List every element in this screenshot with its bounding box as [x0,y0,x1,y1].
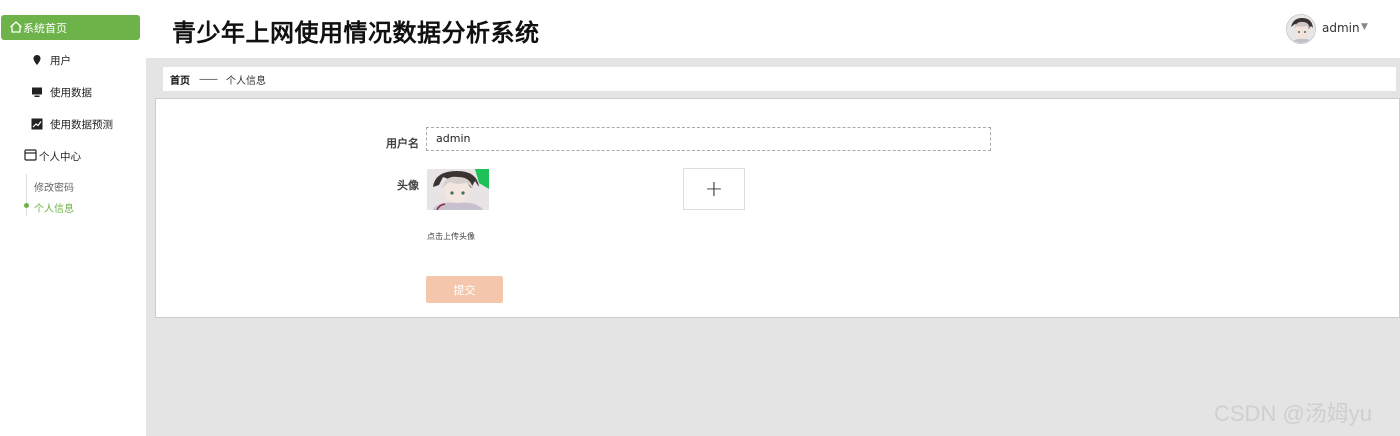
username-label[interactable]: admin [1322,21,1360,35]
avatar-preview [427,169,489,210]
avatar-image [1287,15,1315,43]
sidebar-group-label: 个人中心 [39,151,81,163]
avatar[interactable] [1286,14,1316,44]
upload-avatar-button[interactable]: + [683,168,745,210]
sidebar-group-personal-center[interactable]: 个人中心 [0,146,146,166]
pin-icon [33,55,41,65]
chevron-down-icon[interactable]: ▼ [1361,22,1368,32]
upload-hint: 点击上传头像 [427,232,475,241]
sidebar-item-users[interactable]: 用户 [0,49,146,71]
chart-icon [31,118,43,130]
sidebar-item-label: 使用数据 [50,87,92,99]
breadcrumb-separator: —— [199,73,218,85]
breadcrumb: 首页 —— 个人信息 [163,67,1396,91]
top-header: 青少年上网使用情况数据分析系统 admin ▼ [146,0,1400,58]
breadcrumb-current: 个人信息 [226,75,266,87]
plus-icon: + [704,176,724,202]
username-input[interactable]: admin [426,127,991,151]
sidebar-item-label: 使用数据预测 [50,119,113,131]
breadcrumb-home[interactable]: 首页 [170,72,190,87]
sidebar-item-home[interactable]: 系统首页 [1,15,140,40]
home-icon [10,21,22,33]
sidebar: 系统首页 用户 使用数据 使用数据预测 个人中心 修改密码 个人信息 [0,0,146,436]
avatar-preview-image [427,169,489,210]
sidebar-item-profile[interactable]: 个人信息 [34,200,74,215]
window-icon [24,149,37,161]
sidebar-item-usage-forecast[interactable]: 使用数据预测 [0,113,146,135]
submit-button[interactable]: 提交 [426,276,503,303]
page-title: 青少年上网使用情况数据分析系统 [172,19,540,47]
active-indicator [24,203,29,208]
watermark: CSDN @汤姆yu [1214,401,1373,426]
submenu-line [26,174,27,216]
sidebar-item-label: 系统首页 [23,21,67,35]
sidebar-item-usage-data[interactable]: 使用数据 [0,81,146,103]
profile-form-panel: 用户名 admin 头像 + 点击上传头像 提交 [155,98,1400,318]
sidebar-item-label: 用户 [50,55,71,67]
sidebar-item-change-password[interactable]: 修改密码 [34,179,74,194]
avatar-field-label: 头像 [397,179,419,192]
monitor-icon [32,87,42,97]
username-field-label: 用户名 [386,137,419,150]
